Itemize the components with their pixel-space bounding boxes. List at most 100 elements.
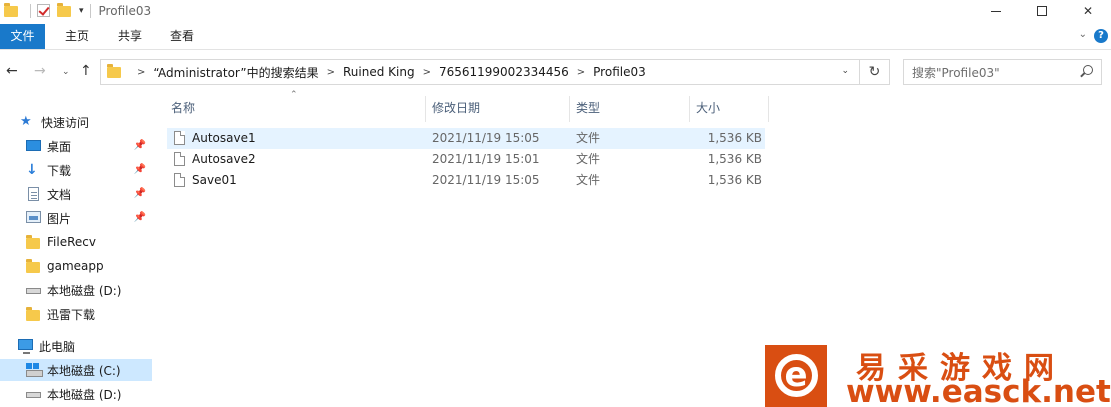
breadcrumb-separator-icon[interactable]: >	[327, 67, 335, 78]
drive-icon	[26, 387, 42, 401]
pin-icon[interactable]: 📌	[134, 188, 146, 199]
breadcrumb-separator-icon[interactable]: >	[577, 67, 585, 78]
sidebar-item-label: 文档	[47, 187, 72, 202]
refresh-icon: ↻	[868, 64, 881, 80]
sidebar-item-local-disk-d[interactable]: 本地磁盘 (D:)	[0, 279, 152, 301]
file-type: 文件	[576, 131, 601, 145]
close-icon: ✕	[1082, 4, 1094, 18]
forward-arrow-icon[interactable]: →	[34, 63, 46, 79]
back-arrow-icon[interactable]: ←	[6, 63, 18, 79]
column-divider[interactable]	[569, 96, 570, 122]
breadcrumb-separator-icon[interactable]: >	[423, 67, 431, 78]
minimize-button[interactable]	[973, 0, 1019, 22]
pin-icon[interactable]: 📌	[134, 212, 146, 223]
sidebar-item-label: 本地磁盘 (D:)	[47, 283, 122, 298]
breadcrumb-item[interactable]: Profile03	[593, 65, 646, 79]
file-name: Autosave1	[192, 131, 256, 145]
navigation-pane: ★ 快速访问 桌面 📌 ↓ 下载 📌 文档 📌 图片 📌 FileRecv ga…	[0, 110, 152, 407]
file-type: 文件	[576, 152, 601, 166]
close-button[interactable]: ✕	[1065, 0, 1111, 22]
breadcrumb-item[interactable]: Ruined King	[343, 65, 415, 79]
tab-home[interactable]: 主页	[62, 24, 92, 49]
file-modified: 2021/11/19 15:05	[432, 131, 540, 145]
customize-toolbar-dropdown[interactable]: ▾	[79, 6, 84, 16]
logo-letter: e	[784, 355, 808, 395]
folder-icon	[26, 235, 42, 249]
file-icon	[174, 131, 185, 145]
separator	[30, 4, 31, 18]
sidebar-item-documents[interactable]: 文档 📌	[0, 183, 152, 205]
up-arrow-icon[interactable]: ↑	[80, 63, 92, 79]
file-row[interactable]: Save01 2021/11/19 15:05 文件 1,536 KB	[167, 170, 765, 191]
sidebar-item-this-pc[interactable]: 此电脑	[0, 335, 152, 357]
sidebar-item-local-disk-d[interactable]: 本地磁盘 (D:)	[0, 383, 152, 405]
pictures-icon	[26, 211, 42, 225]
address-dropdown-icon[interactable]: ⌄	[841, 66, 849, 76]
sidebar-item-pictures[interactable]: 图片 📌	[0, 207, 152, 229]
sidebar-item-quick-access[interactable]: ★ 快速访问	[0, 111, 152, 133]
column-header-name[interactable]: 名称	[167, 96, 425, 120]
sidebar-item-xunlei-downloads[interactable]: 迅雷下载	[0, 303, 152, 325]
sidebar-item-label: 快速访问	[41, 115, 90, 130]
windows-drive-icon	[26, 363, 43, 377]
drive-icon	[26, 283, 42, 297]
tab-file[interactable]: 文件	[0, 24, 45, 49]
column-header-size[interactable]: 大小	[692, 96, 768, 120]
sidebar-item-label: FileRecv	[47, 235, 96, 249]
tab-share[interactable]: 共享	[116, 24, 144, 49]
watermark-logo: e	[765, 345, 827, 407]
sidebar-item-label: gameapp	[47, 259, 104, 273]
sidebar-item-local-disk-c[interactable]: 本地磁盘 (C:)	[0, 359, 152, 381]
file-icon	[174, 173, 185, 187]
file-size: 1,536 KB	[707, 173, 762, 187]
sidebar-item-gameapp[interactable]: gameapp	[0, 255, 152, 277]
breadcrumb-separator-icon[interactable]: >	[137, 67, 145, 78]
ribbon-tabs: 文件 主页 共享 查看 ⌄ ?	[0, 24, 1111, 50]
search-input[interactable]: 搜索"Profile03"	[903, 59, 1102, 85]
help-icon[interactable]: ?	[1094, 29, 1108, 43]
maximize-button[interactable]	[1019, 0, 1065, 22]
new-folder-icon[interactable]	[57, 3, 73, 19]
column-divider[interactable]	[425, 96, 426, 122]
minimize-icon	[991, 10, 1001, 12]
file-size: 1,536 KB	[707, 131, 762, 145]
pin-icon[interactable]: 📌	[134, 140, 146, 151]
sidebar-item-label: 下载	[47, 163, 72, 178]
sidebar-item-label: 本地磁盘 (D:)	[47, 387, 122, 402]
expand-ribbon-chevron-icon[interactable]: ⌄	[1079, 29, 1087, 40]
maximize-icon	[1037, 6, 1047, 16]
recent-locations-chevron-icon[interactable]: ⌄	[62, 67, 70, 77]
title-bar: ▾ Profile03 ✕	[0, 0, 1111, 22]
file-type: 文件	[576, 173, 601, 187]
column-header-modified[interactable]: 修改日期	[428, 96, 568, 120]
sidebar-item-label: 此电脑	[39, 339, 76, 354]
search-placeholder: 搜索"Profile03"	[912, 65, 1000, 80]
pin-icon[interactable]: 📌	[134, 164, 146, 175]
column-divider[interactable]	[689, 96, 690, 122]
search-icon[interactable]	[1083, 65, 1093, 75]
refresh-button[interactable]: ↻	[860, 59, 890, 85]
sidebar-item-label: 迅雷下载	[47, 307, 96, 322]
address-bar[interactable]: > “Administrator”中的搜索结果 > Ruined King > …	[100, 59, 860, 85]
file-modified: 2021/11/19 15:01	[432, 152, 540, 166]
sidebar-item-filerecv[interactable]: FileRecv	[0, 231, 152, 253]
sidebar-item-label: 桌面	[47, 139, 72, 154]
breadcrumb-item[interactable]: “Administrator”中的搜索结果	[153, 64, 318, 81]
properties-check-icon[interactable]	[37, 3, 53, 19]
file-row[interactable]: Autosave1 2021/11/19 15:05 文件 1,536 KB	[167, 128, 765, 149]
tab-view[interactable]: 查看	[168, 24, 196, 49]
breadcrumb-item[interactable]: 76561199002334456	[439, 65, 569, 79]
quick-access-toolbar: ▾ Profile03	[0, 0, 151, 22]
column-header-type[interactable]: 类型	[572, 96, 687, 120]
sidebar-item-desktop[interactable]: 桌面 📌	[0, 135, 152, 157]
file-modified: 2021/11/19 15:05	[432, 173, 540, 187]
computer-icon	[18, 339, 34, 354]
sidebar-item-downloads[interactable]: ↓ 下载 📌	[0, 159, 152, 181]
sidebar-item-label: 图片	[47, 211, 72, 226]
star-icon: ★	[20, 114, 32, 129]
file-row[interactable]: Autosave2 2021/11/19 15:01 文件 1,536 KB	[167, 149, 765, 170]
column-divider[interactable]	[768, 96, 769, 122]
download-icon: ↓	[26, 162, 38, 178]
file-icon	[174, 152, 185, 166]
file-size: 1,536 KB	[707, 152, 762, 166]
